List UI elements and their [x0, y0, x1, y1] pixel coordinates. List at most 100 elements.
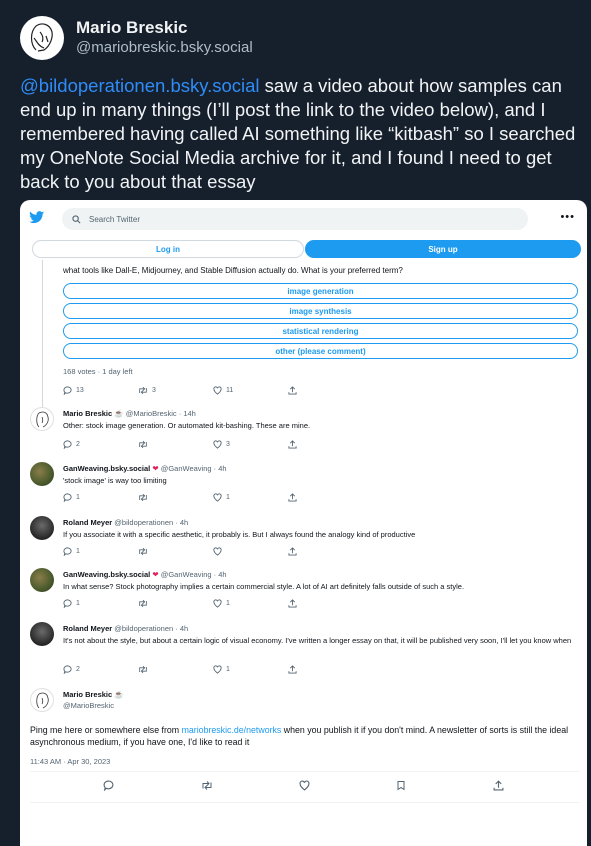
- bookmark-icon[interactable]: [396, 780, 406, 791]
- embedded-screenshot[interactable]: Search Twitter ••• Log in Sign up what t…: [20, 200, 587, 846]
- author-avatar[interactable]: [20, 16, 64, 60]
- reply-author-name[interactable]: Roland Meyer: [63, 624, 112, 633]
- like-button[interactable]: 11: [213, 386, 288, 395]
- share-button[interactable]: [288, 599, 363, 608]
- reply-meta: @MarioBreskic · 14h: [125, 409, 196, 418]
- signup-button[interactable]: Sign up: [305, 240, 581, 258]
- share-button[interactable]: [288, 493, 363, 502]
- reply-avatar[interactable]: [30, 462, 54, 486]
- like-icon[interactable]: [299, 780, 310, 791]
- retweet-button[interactable]: [138, 440, 213, 449]
- reply-text: 'stock image' is way too limiting: [63, 476, 167, 485]
- reply-author-name[interactable]: GanWeaving.bsky.social: [63, 570, 150, 579]
- main-tweet-handle[interactable]: @MarioBreskic: [63, 701, 114, 710]
- like-button[interactable]: 1: [213, 599, 288, 608]
- main-tweet-author: Mario Breskic ☕: [63, 690, 124, 699]
- retweet-icon: [139, 547, 147, 556]
- reply-text: It's not about the style, but about a ce…: [63, 636, 572, 645]
- poll-option[interactable]: image synthesis: [63, 303, 578, 319]
- poll-actions: 13 3 11: [63, 386, 363, 395]
- reply-button[interactable]: 1: [63, 547, 138, 556]
- share-button[interactable]: [288, 440, 363, 449]
- sketch-avatar-icon: [30, 23, 53, 52]
- reply-actions: 2 1: [63, 665, 363, 674]
- share-icon: [288, 547, 297, 556]
- reply-button[interactable]: 1: [63, 599, 138, 608]
- share-button[interactable]: [288, 547, 363, 556]
- like-icon: [213, 493, 222, 502]
- networks-link[interactable]: mariobreskic.de/networks: [182, 725, 282, 735]
- poll-option[interactable]: image generation: [63, 283, 578, 299]
- reply-actions: 2 3: [63, 440, 363, 449]
- poll-option[interactable]: other (please comment): [63, 343, 578, 359]
- reply-avatar[interactable]: [30, 407, 54, 431]
- login-button[interactable]: Log in: [32, 240, 304, 258]
- poll-meta: 168 votes · 1 day left: [63, 367, 133, 376]
- retweet-count: 3: [152, 387, 156, 394]
- author-name[interactable]: Mario Breskic: [76, 18, 253, 38]
- reply-actions: 1 1: [63, 599, 363, 608]
- reply-icon: [63, 599, 72, 608]
- reply-avatar[interactable]: [30, 568, 54, 592]
- like-button[interactable]: 1: [213, 493, 288, 502]
- heart-emoji-icon: ❤: [150, 464, 161, 473]
- retweet-icon[interactable]: [201, 780, 213, 791]
- reply-count: 2: [76, 441, 80, 448]
- reply-header: GanWeaving.bsky.social ❤ @GanWeaving · 4…: [63, 464, 227, 473]
- reply-button[interactable]: 13: [63, 386, 138, 395]
- poll-option[interactable]: statistical rendering: [63, 323, 578, 339]
- main-tweet-actions: [20, 780, 587, 791]
- reply-button[interactable]: 1: [63, 493, 138, 502]
- reply-button[interactable]: 2: [63, 440, 138, 449]
- poll-question: what tools like Dall-E, Midjourney, and …: [63, 266, 403, 275]
- retweet-icon: [139, 665, 147, 674]
- reply-author-name[interactable]: Roland Meyer: [63, 518, 112, 527]
- like-button[interactable]: 3: [213, 440, 288, 449]
- retweet-button[interactable]: [138, 493, 213, 502]
- reply-avatar[interactable]: [30, 622, 54, 646]
- like-icon: [213, 386, 222, 395]
- main-tweet-author-name[interactable]: Mario Breskic: [63, 690, 112, 699]
- more-options-icon[interactable]: •••: [560, 211, 575, 223]
- reply-count: 2: [76, 666, 80, 673]
- thread-line: [42, 260, 43, 408]
- reply-count: 1: [76, 548, 80, 555]
- reply-count: 1: [76, 600, 80, 607]
- reply-author-name[interactable]: GanWeaving.bsky.social: [63, 464, 150, 473]
- reply-icon: [63, 440, 72, 449]
- reply-header: GanWeaving.bsky.social ❤ @GanWeaving · 4…: [63, 570, 227, 579]
- reply-button[interactable]: 2: [63, 665, 138, 674]
- author-handle[interactable]: @mariobreskic.bsky.social: [76, 38, 253, 58]
- like-button[interactable]: 1: [213, 665, 288, 674]
- cup-emoji-icon: ☕: [112, 690, 124, 699]
- share-icon: [288, 665, 297, 674]
- share-button[interactable]: [288, 386, 363, 395]
- like-count: 1: [226, 666, 230, 673]
- main-tweet-avatar[interactable]: [30, 688, 54, 712]
- reply-actions: 1: [63, 547, 363, 556]
- like-button[interactable]: [213, 547, 288, 556]
- retweet-button[interactable]: 3: [138, 386, 213, 395]
- reply-icon: [63, 493, 72, 502]
- share-button[interactable]: [288, 665, 363, 674]
- reply-text: Other: stock image generation. Or automa…: [63, 421, 311, 430]
- reply-header: Roland Meyer @bildoperationen · 4h: [63, 518, 188, 527]
- reply-header: Roland Meyer @bildoperationen · 4h: [63, 624, 188, 633]
- retweet-button[interactable]: [138, 665, 213, 674]
- sketch-avatar-icon: [36, 692, 49, 709]
- reply-meta: @GanWeaving · 4h: [160, 464, 227, 473]
- reply-icon: [63, 386, 72, 395]
- reply-icon[interactable]: [103, 780, 114, 791]
- heart-emoji-icon: ❤: [150, 570, 161, 579]
- search-input[interactable]: Search Twitter: [62, 208, 528, 230]
- twitter-bird-icon[interactable]: [29, 211, 45, 224]
- reply-author-name[interactable]: Mario Breskic: [63, 409, 112, 418]
- retweet-button[interactable]: [138, 547, 213, 556]
- reply-avatar[interactable]: [30, 516, 54, 540]
- share-icon[interactable]: [493, 780, 504, 791]
- search-icon: [72, 214, 81, 223]
- retweet-button[interactable]: [138, 599, 213, 608]
- reply-meta: @GanWeaving · 4h: [160, 570, 227, 579]
- main-tweet-timestamp[interactable]: 11:43 AM · Apr 30, 2023: [30, 757, 110, 766]
- mention-link[interactable]: @bildoperationen.bsky.social: [20, 75, 260, 96]
